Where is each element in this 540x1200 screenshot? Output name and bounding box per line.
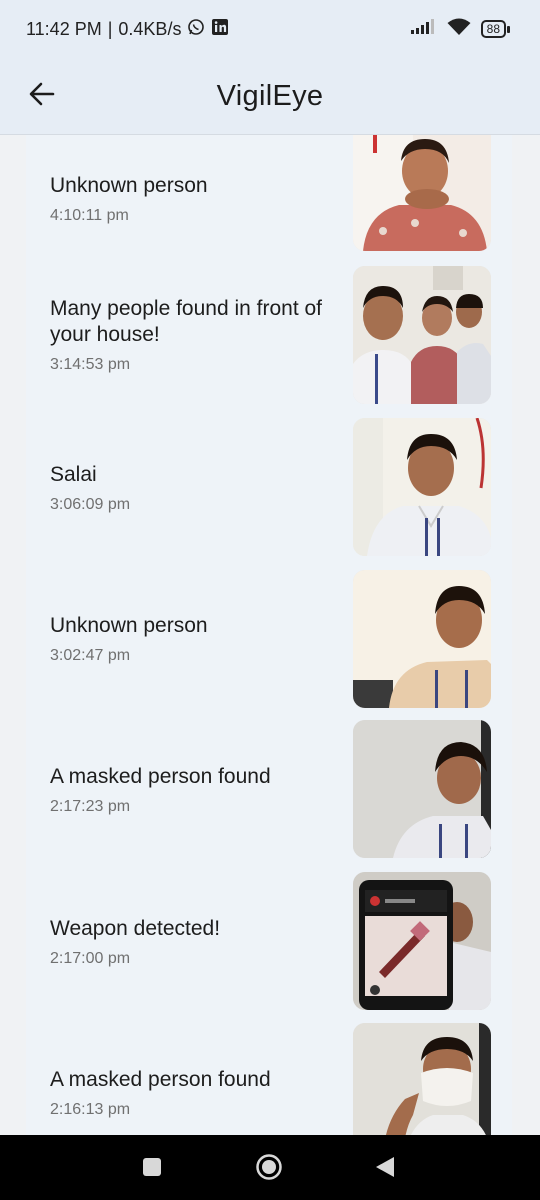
item-text: A masked person found 2:17:23 pm [50,720,350,860]
alert-title: Salai [50,463,97,486]
alert-photo[interactable] [353,418,491,556]
home-circle-icon [256,1154,282,1180]
alert-time: 3:02:47 pm [50,647,131,664]
status-time: 11:42 PM [26,18,102,39]
item-text: Weapon detected! 2:17:00 pm [50,872,350,1012]
alert-photo[interactable] [353,1023,491,1135]
list-item[interactable]: A masked person found 2:16:13 pm [26,1023,512,1135]
linkedin-icon [211,18,229,41]
recents-square-icon [143,1158,161,1176]
home-button[interactable] [255,1153,283,1186]
status-bar: 11:42 PM | 0.4KB/s 88 [0,0,540,58]
alert-photo[interactable] [353,872,491,1010]
alerts-list: Unknown person 4:10:11 pm Many people fo… [26,135,512,1135]
wifi-icon [447,18,471,41]
battery-level: 88 [480,20,506,38]
alert-title: Unknown person [50,174,208,197]
alert-title: A masked person found [50,765,271,788]
app-title: VigilEye [216,79,324,112]
alerts-content[interactable]: Unknown person 4:10:11 pm Many people fo… [0,135,540,1135]
nav-bar [0,1135,540,1200]
status-net-speed: 0.4KB/s [118,18,182,39]
alert-time: 2:17:00 pm [50,950,131,967]
alert-time: 3:14:53 pm [50,356,131,373]
back-button[interactable] [24,76,60,112]
alert-photo[interactable] [353,720,491,858]
alert-title: Unknown person [50,614,208,637]
alert-time: 2:17:23 pm [50,798,131,815]
status-separator: | [107,18,113,39]
alert-time: 4:10:11 pm [50,207,129,224]
alert-title: Weapon detected! [50,917,221,940]
item-text: A masked person found 2:16:13 pm [50,1023,350,1135]
alert-time: 2:16:13 pm [50,1101,131,1118]
list-item[interactable]: Many people found in front of your house… [26,265,512,405]
item-text: Unknown person 3:02:47 pm [50,569,350,709]
list-item[interactable]: Unknown person 3:02:47 pm [26,569,512,709]
recents-button[interactable] [142,1157,162,1182]
status-right: 88 [410,18,510,41]
whatsapp-icon [187,18,205,41]
battery-icon: 88 [480,20,510,38]
arrow-left-icon [29,82,55,106]
list-item[interactable]: A masked person found 2:17:23 pm [26,720,512,860]
app-bar: VigilEye [0,58,540,135]
list-item[interactable]: Salai 3:06:09 pm [26,418,512,558]
back-nav-button[interactable] [374,1155,396,1184]
list-item[interactable]: Weapon detected! 2:17:00 pm [26,872,512,1012]
alert-photo[interactable] [353,135,491,251]
alert-time: 3:06:09 pm [50,496,131,513]
item-text: Many people found in front of your house… [50,265,350,405]
alert-title: A masked person found [50,1068,271,1091]
alert-photo[interactable] [353,266,491,404]
item-text: Salai 3:06:09 pm [50,418,350,558]
item-text: Unknown person 4:10:11 pm [50,135,350,263]
signal-icon [410,18,437,40]
back-triangle-icon [376,1157,394,1177]
alert-photo[interactable] [353,570,491,708]
status-left: 11:42 PM | 0.4KB/s [26,18,229,41]
alert-title: Many people found in front of your house… [50,297,323,346]
list-item[interactable]: Unknown person 4:10:11 pm [26,135,512,253]
